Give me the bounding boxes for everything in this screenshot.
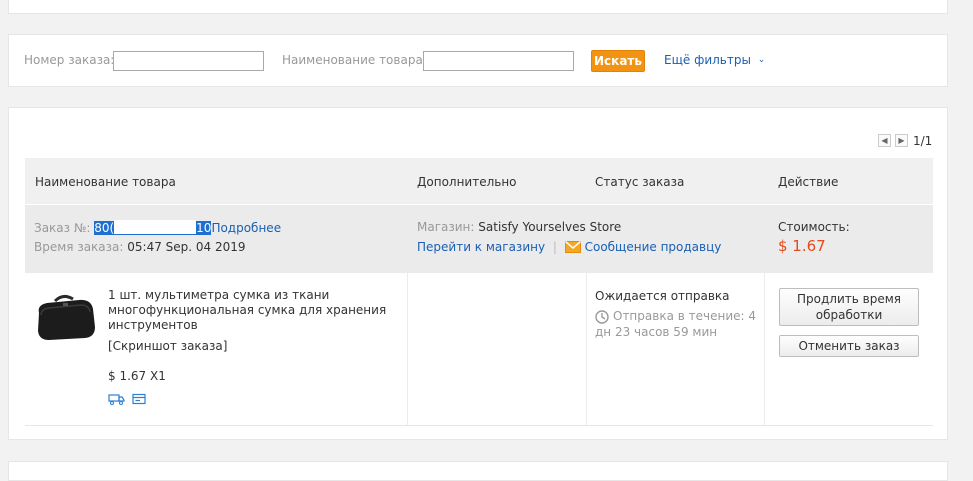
next-page-icon[interactable]: ▶ xyxy=(895,134,908,147)
header-status: Статус заказа xyxy=(595,175,685,189)
truck-icon[interactable] xyxy=(108,393,126,405)
order-number-line: Заказ №: 80(10Подробнее xyxy=(34,220,281,235)
order-time-value: 05:47 Sep. 04 2019 xyxy=(127,240,246,254)
store-actions: Перейти к магазину | Сообщение продавцу xyxy=(417,240,721,254)
order-number-label: Заказ №: xyxy=(34,221,91,235)
order-time-line: Время заказа: 05:47 Sep. 04 2019 xyxy=(34,240,246,254)
product-name-label: Наименование товара: xyxy=(282,53,427,67)
order-number-label: Номер заказа: xyxy=(24,53,115,67)
order-time-label: Время заказа: xyxy=(34,240,124,254)
header-product: Наименование товара xyxy=(35,175,176,189)
separator: | xyxy=(552,240,557,254)
order-summary: Заказ №: 80(10Подробнее Время заказа: 05… xyxy=(25,205,933,273)
prev-page-icon[interactable]: ◀ xyxy=(878,134,891,147)
header-action: Действие xyxy=(778,175,839,189)
bottom-panel xyxy=(8,461,948,481)
shipping-time: Отправка в течение: 4 дн 23 часов 59 мин xyxy=(595,309,756,339)
order-item: 1 шт. мультиметра сумка из ткани многофу… xyxy=(25,273,933,426)
more-filters-label: Ещё фильтры xyxy=(664,53,751,67)
store-name: Satisfy Yourselves Store xyxy=(478,220,622,234)
orders-panel: ◀ ▶ 1/1 Наименование товара Дополнительн… xyxy=(8,107,948,440)
cancel-order-button[interactable]: Отменить заказ xyxy=(779,335,919,357)
cost-label: Стоимость: xyxy=(778,220,850,234)
price-quantity: $ 1.67 X1 xyxy=(108,369,166,383)
product-name-input[interactable] xyxy=(423,51,574,71)
extend-processing-button[interactable]: Продлить время обработки xyxy=(779,288,919,326)
receipt-icon[interactable] xyxy=(132,393,146,405)
page-indicator: 1/1 xyxy=(913,134,933,148)
top-panel xyxy=(8,0,948,14)
envelope-icon xyxy=(564,241,581,253)
order-number-input[interactable] xyxy=(113,51,264,71)
order-number-value[interactable]: 80(10 xyxy=(94,220,212,235)
product-image[interactable] xyxy=(33,291,99,343)
order-status: Ожидается отправка xyxy=(595,289,730,303)
header-additional: Дополнительно xyxy=(417,175,517,189)
message-seller-link[interactable]: Сообщение продавцу xyxy=(585,240,722,254)
chevron-down-icon: ⌄ xyxy=(757,55,766,65)
more-filters-link[interactable]: Ещё фильтры ⌄ xyxy=(664,53,765,67)
cost-value: $ 1.67 xyxy=(778,237,826,255)
order-details-link[interactable]: Подробнее xyxy=(211,221,281,235)
filter-bar: Номер заказа: Наименование товара: Искат… xyxy=(8,34,948,87)
store-label: Магазин: xyxy=(417,220,475,234)
order-screenshot-link[interactable]: [Скриншот заказа] xyxy=(108,339,227,353)
go-to-store-link[interactable]: Перейти к магазину xyxy=(417,240,545,254)
product-title[interactable]: 1 шт. мультиметра сумка из ткани многофу… xyxy=(108,288,388,333)
store-line: Магазин: Satisfy Yourselves Store xyxy=(417,220,621,234)
search-button[interactable]: Искать xyxy=(591,50,645,72)
table-header: Наименование товара Дополнительно Статус… xyxy=(25,158,933,204)
